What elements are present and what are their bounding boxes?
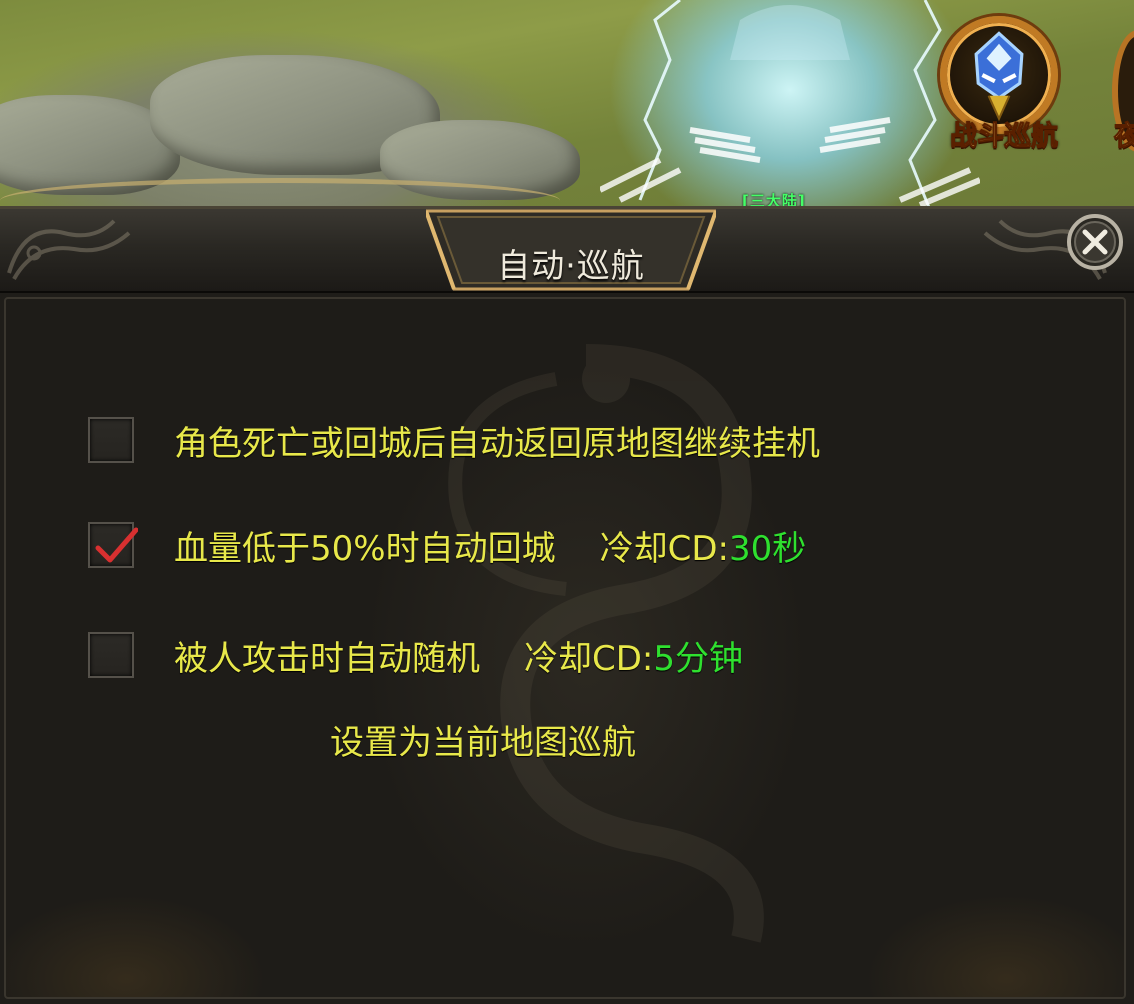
dialog-header: 自动·巡航 [0, 209, 1134, 293]
option-row-low-hp-return[interactable]: 血量低于50%时自动回城 冷却CD: 30秒 [88, 517, 806, 573]
option-row-random-on-attack[interactable]: 被人攻击时自动随机 冷却CD: 5分钟 [88, 627, 743, 683]
battle-cruise-button[interactable]: 战斗巡航 [934, 10, 1074, 160]
helmet-icon [974, 31, 1024, 122]
check-icon [95, 527, 138, 563]
set-current-map-cruise-button[interactable]: 设置为当前地图巡航 [330, 715, 636, 764]
battle-cruise-label: 战斗巡航 [950, 121, 1059, 153]
cooldown-label: 冷却CD: [524, 638, 654, 679]
game-screen: [三大陆] 战斗巡航 夜 自动·巡航 角色死亡或回城后自动返回原地图继续挂机 血… [0, 0, 1134, 1004]
option-label: 被人攻击时自动随机 [174, 638, 480, 679]
cooldown-value: 30秒 [728, 528, 807, 569]
dragon-ornament-icon [7, 219, 131, 280]
lightning-effect [600, 0, 980, 210]
option-row-auto-return[interactable]: 角色死亡或回城后自动返回原地图继续挂机 [88, 412, 820, 468]
dialog-title: 自动·巡航 [497, 246, 645, 285]
option-label: 血量低于50%时自动回城 [174, 528, 556, 569]
close-icon[interactable] [1066, 213, 1124, 271]
option-label: 角色死亡或回城后自动返回原地图继续挂机 [174, 423, 820, 464]
game-scene: [三大陆] 战斗巡航 夜 [0, 0, 1134, 210]
random-on-attack-checkbox[interactable] [88, 632, 134, 678]
low-hp-return-checkbox[interactable] [88, 522, 138, 568]
auto-return-checkbox[interactable] [88, 417, 134, 463]
cooldown-label: 冷却CD: [599, 528, 729, 569]
auto-cruise-dialog: 自动·巡航 角色死亡或回城后自动返回原地图继续挂机 血量低于50%时自动回城 冷… [0, 206, 1134, 1004]
cooldown-value: 5分钟 [653, 638, 744, 679]
next-round-button-label: 夜 [1114, 121, 1134, 153]
